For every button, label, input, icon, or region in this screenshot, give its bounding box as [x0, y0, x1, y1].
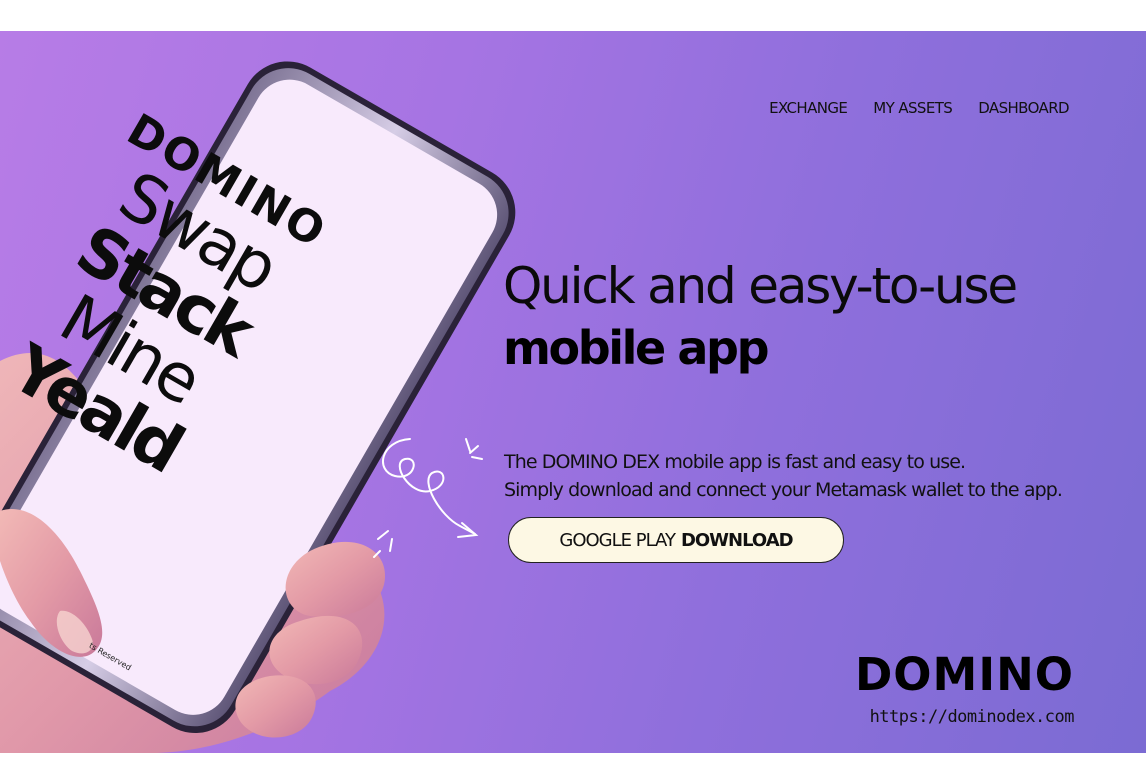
domino-logo: DOMINO — [854, 648, 1074, 701]
hero-title-line1: Quick and easy-to-use — [503, 257, 1018, 315]
download-button-label: DOWNLOAD — [680, 529, 794, 551]
promo-banner: DOMINO Swap Stack Mine Yeald ts Reserved… — [0, 31, 1146, 753]
hero-description-line2: Simply download and connect your Metamas… — [504, 479, 1063, 501]
top-nav: EXCHANGE MY ASSETS DASHBOARD — [769, 99, 1070, 117]
hero-description-line1: The DOMINO DEX mobile app is fast and ea… — [504, 451, 966, 473]
hero-description: The DOMINO DEX mobile app is fast and ea… — [504, 448, 1063, 504]
nav-my-assets[interactable]: MY ASSETS — [873, 99, 953, 117]
nav-exchange[interactable]: EXCHANGE — [769, 99, 848, 117]
hero-headline: Quick and easy-to-use mobile app — [503, 255, 1018, 379]
website-url[interactable]: https://dominodex.com — [855, 707, 1075, 727]
squiggle-arrow-icon — [373, 438, 483, 558]
hero-title-line2: mobile app — [503, 321, 770, 375]
brand-block: DOMINO https://dominodex.com — [854, 648, 1075, 727]
download-button-prefix: GOOGLE PLAY — [559, 529, 676, 551]
google-play-download-button[interactable]: GOOGLE PLAY DOWNLOAD — [508, 517, 844, 563]
nav-dashboard[interactable]: DASHBOARD — [978, 99, 1069, 117]
